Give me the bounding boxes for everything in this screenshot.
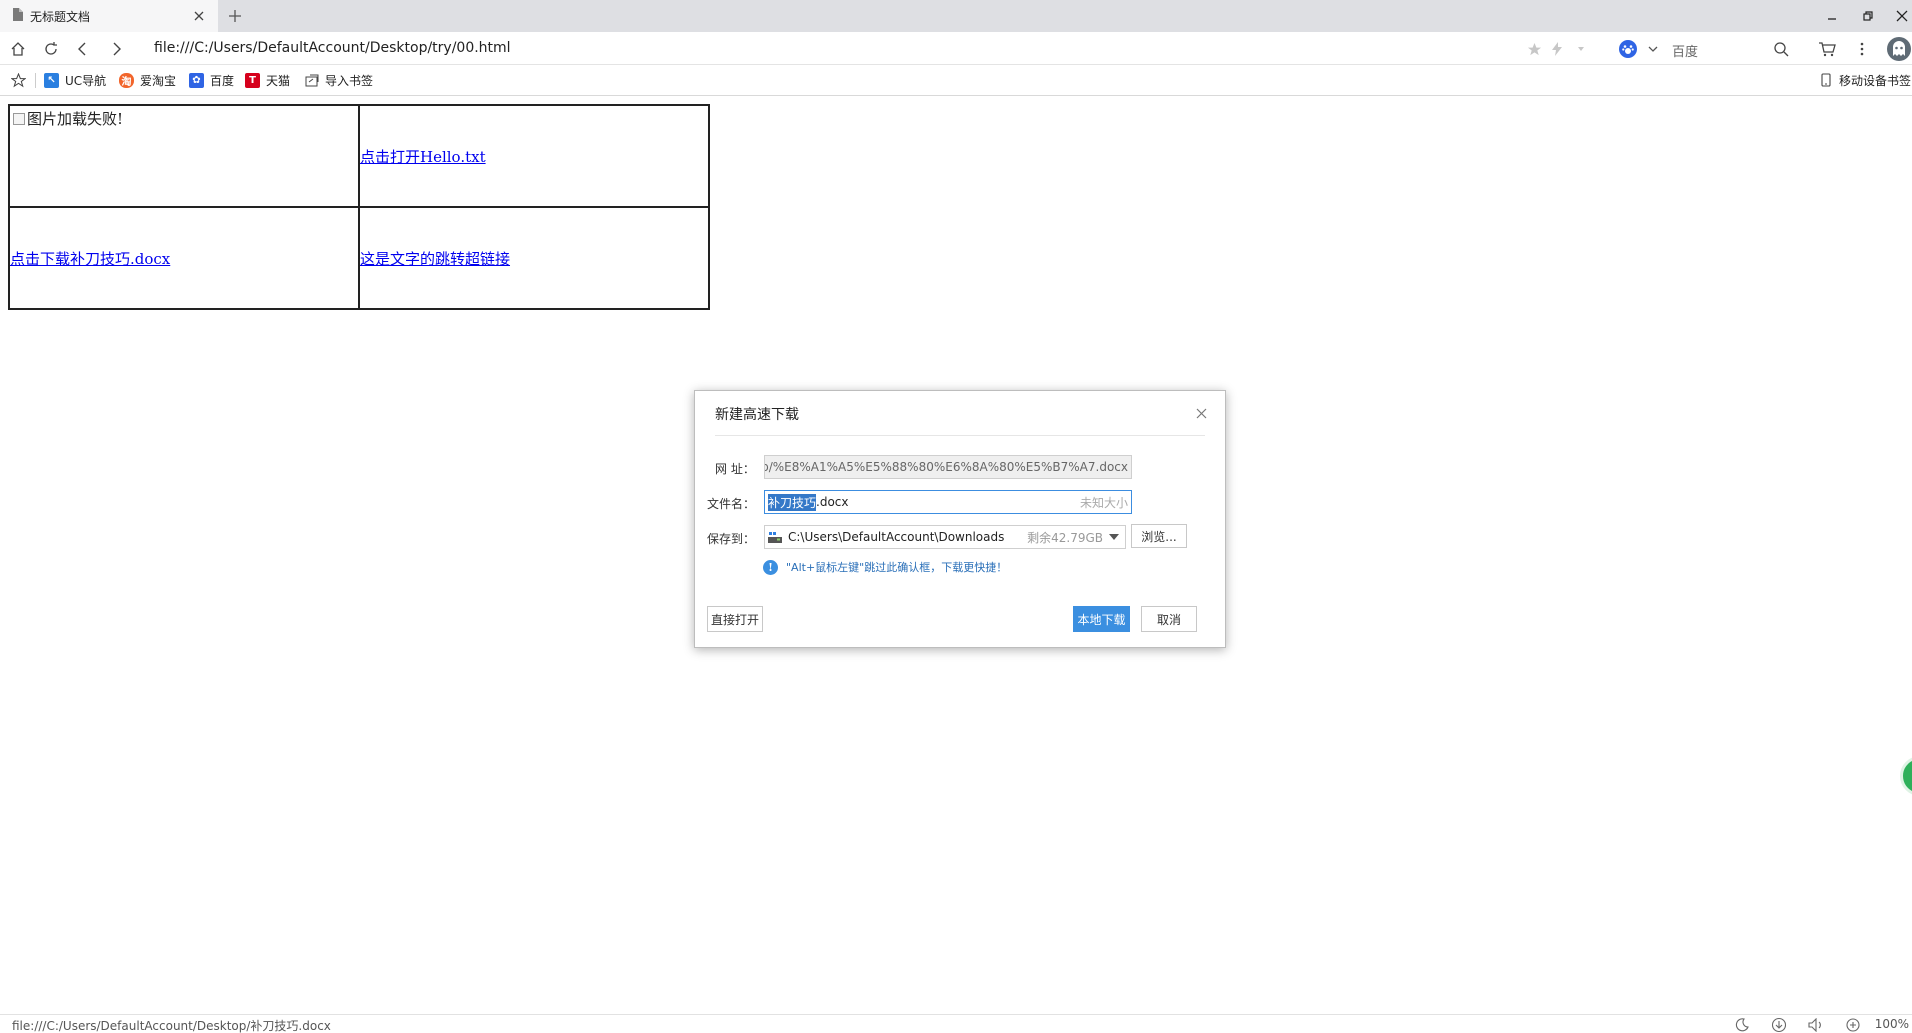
search-engine-chevron-icon[interactable] <box>1643 39 1663 59</box>
bookmark-label: 导入书签 <box>325 73 374 88</box>
saveto-label: 保存到： <box>707 532 756 546</box>
dialog-title: 新建高速下载 <box>715 407 799 423</box>
table-cell: 这是文字的跳转超链接 <box>358 206 710 310</box>
bookmark-label: 天猫 <box>266 73 291 88</box>
dialog-close-icon[interactable] <box>1193 405 1209 421</box>
aitaobao-icon: 淘 <box>119 72 134 88</box>
night-mode-moon-icon[interactable] <box>1734 1017 1750 1033</box>
url-label: 网 址： <box>715 462 755 476</box>
local-download-button[interactable]: 本地下载 <box>1073 606 1130 632</box>
bookmark-label: UC导航 <box>65 73 107 88</box>
bookmark-uc-nav[interactable]: ↖ UC导航 <box>44 71 106 89</box>
dropdown-caret-icon <box>1109 534 1119 540</box>
bookmark-label: 百度 <box>210 73 235 88</box>
search-input[interactable]: 百度 <box>1672 41 1698 60</box>
bookmark-baidu[interactable]: ✿ 百度 <box>189 71 234 89</box>
download-url-value: top/%E8%A1%A5%E5%88%80%E6%8A%80%E5%B7%A7… <box>764 460 1128 474</box>
broken-image: 图片加载失败! <box>10 106 123 129</box>
lightning-icon[interactable] <box>1547 39 1567 59</box>
tab-active[interactable]: 无标题文档 <box>0 0 218 32</box>
bookmark-aitaobao[interactable]: 淘 爱淘宝 <box>119 71 176 89</box>
baidu-paw-icon[interactable] <box>1618 39 1638 59</box>
bookmarks-bar: ↖ UC导航 淘 爱淘宝 ✿ 百度 T 天猫 导入书签 移动设备书签 <box>0 65 1912 96</box>
volume-icon[interactable] <box>1808 1017 1824 1033</box>
drive-icon <box>768 531 782 543</box>
download-docx-link[interactable]: 点击下载补刀技巧.docx <box>10 250 170 268</box>
alt-click-hint: ! "Alt+鼠标左键"跳过此确认框，下载更快捷！ <box>763 559 1007 575</box>
filename-extension: .docx <box>816 495 849 509</box>
zoom-in-icon[interactable] <box>1845 1017 1861 1033</box>
tmall-icon: T <box>245 72 260 88</box>
cart-icon[interactable] <box>1817 39 1837 59</box>
open-hello-txt-link[interactable]: 点击打开Hello.txt <box>360 148 486 166</box>
table-row: 图片加载失败! 点击打开Hello.txt <box>8 104 710 208</box>
document-icon <box>12 8 23 24</box>
bookmark-mobile[interactable]: 移动设备书签 <box>1818 71 1911 89</box>
bookmark-separator <box>35 73 36 88</box>
bookmark-label: 移动设备书签 <box>1839 73 1912 88</box>
restore-icon[interactable] <box>1850 0 1886 32</box>
uc-nav-icon: ↖ <box>44 72 59 88</box>
save-path-value: C:\Users\DefaultAccount\Downloads <box>788 530 1005 544</box>
bookmark-label: 爱淘宝 <box>140 73 177 88</box>
table-row: 点击下载补刀技巧.docx 这是文字的跳转超链接 <box>8 206 710 310</box>
address-toolbar: file:///C:/Users/DefaultAccount/Desktop/… <box>0 32 1912 65</box>
tab-close-icon[interactable] <box>190 7 208 25</box>
dialog-divider <box>715 435 1205 436</box>
save-path-select[interactable]: C:\Users\DefaultAccount\Downloads 剩余42.7… <box>764 525 1126 549</box>
download-manager-icon[interactable] <box>1771 1017 1787 1033</box>
table-cell: 点击打开Hello.txt <box>358 104 710 208</box>
favorite-star-icon[interactable] <box>1524 39 1544 59</box>
cancel-button[interactable]: 取消 <box>1141 606 1197 632</box>
filename-label: 文件名： <box>707 497 756 511</box>
refresh-icon[interactable] <box>41 39 61 59</box>
avatar[interactable] <box>1886 36 1912 62</box>
download-dialog: 新建高速下载 网 址： top/%E8%A1%A5%E5%88%80%E6%8A… <box>694 390 1226 648</box>
tab-strip: 无标题文档 <box>0 0 1912 32</box>
side-float-button[interactable] <box>1900 756 1912 796</box>
text-jump-link[interactable]: 这是文字的跳转超链接 <box>360 250 510 268</box>
close-window-icon[interactable] <box>1884 0 1912 32</box>
chevron-down-icon[interactable] <box>1571 39 1591 59</box>
back-icon[interactable] <box>73 39 93 59</box>
info-icon: ! <box>763 559 778 575</box>
content-table: 图片加载失败! 点击打开Hello.txt 点击下载补刀技巧.docx 这是文字… <box>8 104 710 310</box>
filename-selected-text: 补刀技巧 <box>768 493 817 511</box>
file-size-hint: 未知大小 <box>1079 495 1128 510</box>
bookmark-import[interactable]: 导入书签 <box>304 71 373 89</box>
download-url-field[interactable]: top/%E8%A1%A5%E5%88%80%E6%8A%80%E5%B7%A7… <box>764 455 1132 479</box>
status-url: file:///C:/Users/DefaultAccount/Desktop/… <box>12 1019 331 1033</box>
browse-button[interactable]: 浏览... <box>1131 524 1187 548</box>
url-input[interactable]: file:///C:/Users/DefaultAccount/Desktop/… <box>154 40 511 56</box>
search-icon[interactable] <box>1771 39 1791 59</box>
baidu-icon: ✿ <box>189 72 204 88</box>
forward-icon[interactable] <box>106 39 126 59</box>
new-tab-icon[interactable] <box>225 6 245 26</box>
zoom-level[interactable]: 100% <box>1875 1017 1909 1031</box>
browser-window: 无标题文档 file:///C:/Users/DefaultAccount/De… <box>0 0 1912 1033</box>
tab-title: 无标题文档 <box>30 9 91 24</box>
broken-image-icon <box>13 112 25 125</box>
hint-text: "Alt+鼠标左键"跳过此确认框，下载更快捷！ <box>786 561 1008 574</box>
free-space-text: 剩余42.79GB <box>1027 530 1103 545</box>
bookmark-star-icon[interactable] <box>8 70 28 90</box>
table-cell: 点击下载补刀技巧.docx <box>8 206 360 310</box>
minimize-icon[interactable] <box>1814 0 1850 32</box>
import-icon <box>304 73 319 88</box>
open-direct-button[interactable]: 直接打开 <box>707 606 763 632</box>
image-alt-text: 图片加载失败! <box>27 110 124 128</box>
filename-input[interactable]: 补刀技巧 .docx 未知大小 <box>764 490 1132 514</box>
status-bar: file:///C:/Users/DefaultAccount/Desktop/… <box>0 1014 1912 1033</box>
bookmark-tmall[interactable]: T 天猫 <box>245 71 290 89</box>
mobile-device-icon <box>1818 73 1833 88</box>
home-icon[interactable] <box>8 39 28 59</box>
menu-more-icon[interactable] <box>1852 39 1872 59</box>
table-cell: 图片加载失败! <box>8 104 360 208</box>
